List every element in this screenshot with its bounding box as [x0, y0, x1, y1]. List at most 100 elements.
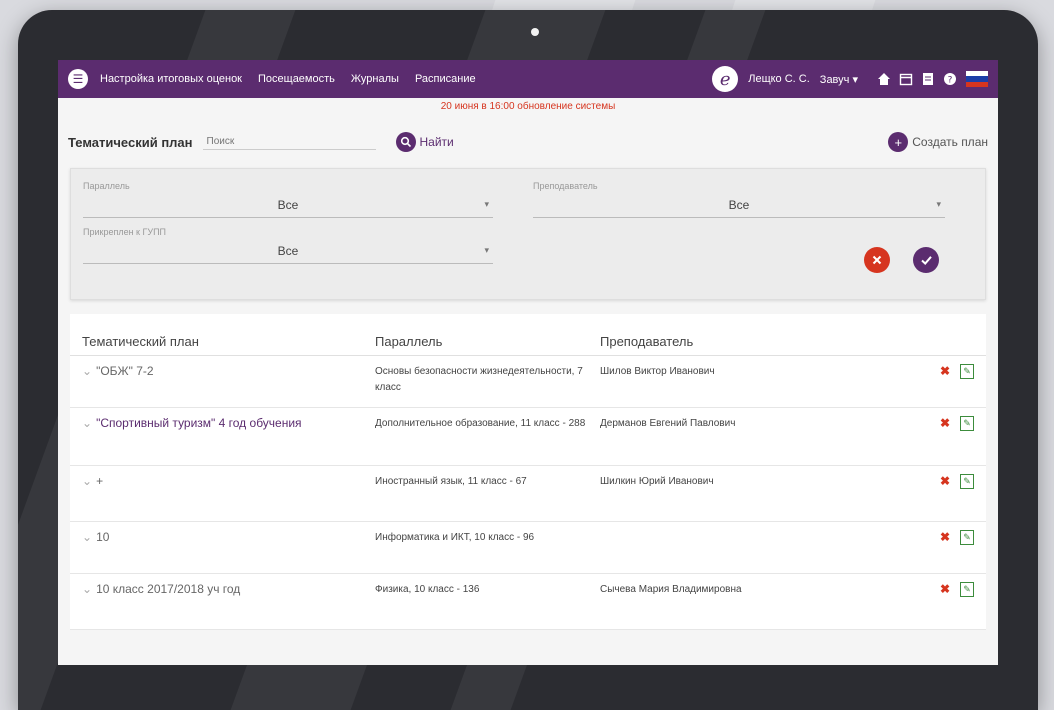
delete-icon[interactable]: ✖: [940, 416, 950, 457]
parallel-select[interactable]: Все ▾: [83, 195, 493, 218]
system-notice: 20 июня в 16:00 обновление системы: [440, 101, 616, 112]
camera-dot: [531, 28, 539, 36]
logo: e: [712, 66, 739, 92]
delete-icon[interactable]: ✖: [940, 474, 950, 513]
flag-stripe-red: [966, 81, 988, 87]
table-header: Тематический план Параллель Преподавател…: [70, 314, 986, 356]
chevron-down-icon: ▾: [484, 199, 489, 209]
plan-cell: ⌄ +: [70, 474, 375, 513]
plan-name: +: [96, 474, 104, 488]
close-icon: [872, 255, 882, 265]
edit-icon[interactable]: ✎: [960, 474, 974, 489]
chevron-down-icon: ▾: [484, 245, 489, 255]
delete-icon[interactable]: ✖: [940, 530, 950, 565]
plan-name: "Спортивный туризм" 4 год обучения: [96, 416, 302, 430]
attached-select[interactable]: Все ▾: [83, 241, 493, 264]
table-row[interactable]: ⌄ 10 класс 2017/2018 уч год Физика, 10 кл…: [70, 574, 986, 630]
actions-cell: ✖ ✎: [870, 364, 986, 399]
teacher-filter-label: Преподаватель: [533, 181, 598, 191]
language-flag-icon[interactable]: [966, 71, 988, 87]
chevron-down-icon: ⌄: [82, 474, 93, 488]
table-row[interactable]: ⌄ 10 Информатика и ИКТ, 10 класс - 96 ✖ ✎: [70, 522, 986, 574]
check-icon: [920, 256, 932, 265]
menu-icon[interactable]: ☰: [68, 69, 88, 89]
plan-cell: ⌄ 10 класс 2017/2018 уч год: [70, 582, 375, 621]
find-button[interactable]: Найти: [395, 132, 454, 152]
nav-link-schedule[interactable]: Расписание: [415, 73, 476, 85]
teacher-cell: Шилов Виктор Иванович: [600, 366, 715, 377]
actions-cell: ✖ ✎: [870, 582, 986, 621]
delete-icon[interactable]: ✖: [940, 364, 950, 399]
role-dropdown[interactable]: Завуч ▾: [820, 73, 858, 86]
chevron-down-icon: ⌄: [82, 530, 93, 544]
document-icon[interactable]: [920, 71, 936, 87]
parallel-cell: Основы безопасности жизнедеятельности, 7…: [375, 366, 583, 393]
parallel-filter-label: Параллель: [83, 181, 130, 191]
chevron-down-icon: ▾: [936, 199, 941, 209]
edit-icon[interactable]: ✎: [960, 582, 974, 597]
apply-filters-button[interactable]: [913, 247, 939, 273]
attached-select-value: Все: [277, 244, 299, 258]
find-label: Найти: [419, 135, 454, 149]
actions-cell: ✖ ✎: [870, 530, 986, 565]
plan-name: 10 класс 2017/2018 уч год: [96, 582, 241, 596]
attached-filter: Прикреплен к ГУПП Все ▾: [83, 227, 493, 264]
table-row[interactable]: ⌄ "ОБЖ" 7-2 Основы безопасности жизнедеят…: [70, 356, 986, 408]
teacher-select[interactable]: Все ▾: [533, 195, 945, 218]
parallel-cell: Информатика и ИКТ, 10 класс - 96: [375, 532, 535, 543]
teacher-cell: [600, 530, 870, 565]
plan-name: "ОБЖ" 7-2: [96, 364, 154, 378]
header-teacher[interactable]: Преподаватель: [600, 334, 870, 349]
delete-icon[interactable]: ✖: [940, 582, 950, 621]
search-icon: [395, 132, 416, 152]
nav-link-journals[interactable]: Журналы: [351, 73, 399, 85]
parallel-cell: Дополнительное образование, 11 класс - 2…: [375, 418, 586, 429]
app-screen: ☰ Настройка итоговых оценок Посещаемость…: [58, 60, 998, 665]
help-icon[interactable]: ?: [942, 71, 958, 87]
chevron-down-icon: ⌄: [82, 364, 93, 378]
chevron-down-icon: ▾: [852, 73, 858, 86]
header-plan[interactable]: Тематический план: [70, 334, 375, 349]
parallel-cell: Физика, 10 класс - 136: [375, 584, 480, 595]
plan-name: 10: [96, 530, 110, 544]
user-name[interactable]: Лещко С. С.: [748, 73, 810, 85]
create-label: Создать план: [912, 135, 988, 149]
create-plan-button[interactable]: + Создать план: [888, 132, 988, 152]
attached-filter-label: Прикреплен к ГУПП: [83, 227, 167, 237]
home-icon[interactable]: [876, 71, 892, 87]
plus-icon: +: [888, 132, 909, 152]
teacher-cell: Шилкин Юрий Иванович: [600, 476, 714, 487]
parallel-select-value: Все: [277, 198, 299, 212]
teacher-cell: Сычева Мария Владимировна: [600, 584, 742, 595]
parallel-cell: Иностранный язык, 11 класс - 67: [375, 476, 527, 487]
toolbar: Тематический план Найти + Создать план: [58, 116, 998, 168]
edit-icon[interactable]: ✎: [960, 364, 974, 379]
page-title: Тематический план: [68, 134, 193, 150]
plans-table: Тематический план Параллель Преподавател…: [70, 314, 986, 630]
plan-cell: ⌄ 10: [70, 530, 375, 565]
svg-text:?: ?: [948, 76, 953, 86]
table-row[interactable]: ⌄ + Иностранный язык, 11 класс - 67 Шилки…: [70, 466, 986, 522]
plan-cell: ⌄ "ОБЖ" 7-2: [70, 364, 375, 399]
header-parallel[interactable]: Параллель: [375, 334, 600, 349]
table-row[interactable]: ⌄ "Спортивный туризм" 4 год обучения Допо…: [70, 408, 986, 466]
edit-icon[interactable]: ✎: [960, 416, 974, 431]
search-input[interactable]: [202, 134, 376, 150]
nav-link-attendance[interactable]: Посещаемость: [258, 73, 335, 85]
calendar-icon[interactable]: [898, 71, 914, 87]
teacher-cell: Дерманов Евгений Павлович: [600, 418, 736, 429]
teacher-select-value: Все: [728, 198, 750, 212]
chevron-down-icon: ⌄: [82, 582, 93, 596]
edit-icon[interactable]: ✎: [960, 530, 974, 545]
filter-panel: Параллель Все ▾ Преподаватель Все ▾ Прик…: [70, 168, 986, 300]
actions-cell: ✖ ✎: [870, 416, 986, 457]
role-label: Завуч: [819, 73, 850, 86]
plan-cell: ⌄ "Спортивный туризм" 4 год обучения: [70, 416, 375, 457]
teacher-filter: Преподаватель Все ▾: [533, 181, 945, 218]
reset-filters-button[interactable]: [864, 247, 890, 273]
device-frame: ☰ Настройка итоговых оценок Посещаемость…: [18, 10, 1038, 710]
parallel-filter: Параллель Все ▾: [83, 181, 493, 218]
chevron-down-icon: ⌄: [82, 416, 93, 430]
actions-cell: ✖ ✎: [870, 474, 986, 513]
nav-link-grades[interactable]: Настройка итоговых оценок: [100, 73, 242, 85]
